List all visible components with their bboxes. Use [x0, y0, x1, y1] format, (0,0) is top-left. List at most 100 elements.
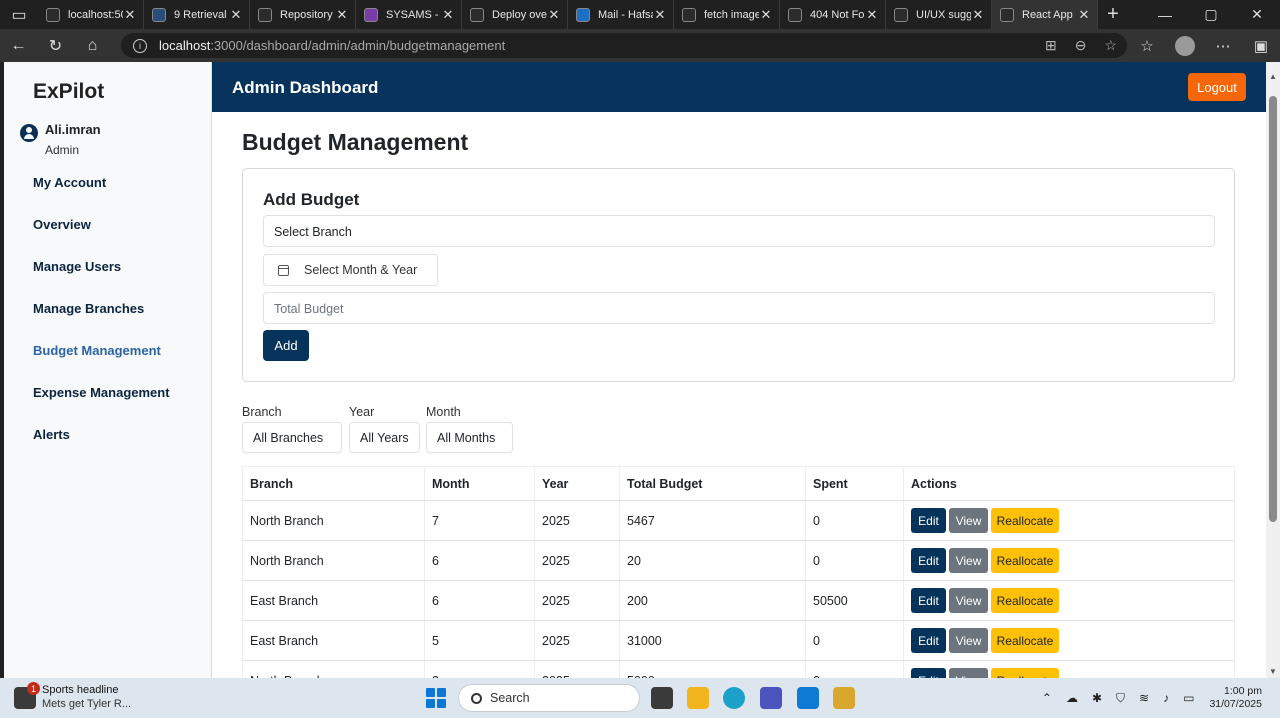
browser-tab[interactable]: 9 Retrieval A✕ [144, 0, 250, 29]
year-filter-select[interactable]: All Years [349, 422, 420, 453]
tab-close-icon[interactable]: ✕ [547, 7, 561, 23]
browser-tab[interactable]: localhost:50 ✕ [38, 0, 144, 29]
refresh-icon[interactable]: ↻ [37, 29, 74, 62]
tab-close-icon[interactable]: ✕ [229, 7, 243, 23]
tab-close-icon[interactable]: ✕ [441, 7, 455, 23]
vscode-icon[interactable] [797, 687, 819, 709]
scroll-thumb[interactable] [1269, 96, 1277, 522]
start-icon[interactable] [426, 688, 446, 708]
month-filter-select[interactable]: All Months [426, 422, 513, 453]
browser-tab[interactable]: Deploy over ✕ [462, 0, 568, 29]
profile-avatar[interactable] [1175, 35, 1195, 56]
sidebar-item[interactable]: Overview [33, 215, 170, 257]
bluetooth-icon[interactable]: ✱ [1092, 691, 1102, 705]
browser-tab[interactable]: React App ✕ [992, 0, 1098, 29]
reallocate-button[interactable]: Reallocate [991, 668, 1059, 678]
more-menu-icon[interactable]: ⋯ [1204, 37, 1242, 55]
user-info: Ali.imran Admin [20, 122, 101, 157]
browser-tab[interactable]: Repository s✕ [250, 0, 356, 29]
scroll-up-icon[interactable]: ▲ [1269, 72, 1277, 81]
page-scrollbar[interactable]: ▲ ▼ [1266, 62, 1280, 678]
brand-logo: ExPilot [33, 80, 105, 103]
sidebar-item[interactable]: Manage Users [33, 257, 170, 299]
back-icon[interactable]: ← [0, 29, 37, 62]
tab-close-icon[interactable]: ✕ [335, 7, 349, 23]
total-budget-input[interactable]: Total Budget [263, 292, 1215, 324]
cell-actions: EditViewReallocate [903, 620, 1235, 661]
tab-close-icon[interactable]: ✕ [971, 7, 985, 23]
sidebar-item[interactable]: Expense Management [33, 383, 170, 425]
wifi-icon[interactable]: ≋ [1139, 691, 1149, 705]
favorite-star-icon[interactable]: ☆ [1104, 37, 1117, 54]
month-year-picker[interactable]: Select Month & Year [263, 254, 438, 286]
edit-button[interactable]: Edit [911, 548, 946, 573]
maximize-icon[interactable]: ▢ [1188, 0, 1234, 29]
onedrive-icon[interactable]: ☁ [1066, 691, 1078, 705]
scroll-down-icon[interactable]: ▼ [1269, 667, 1277, 676]
sidebar-toggle-icon[interactable]: ▣ [1242, 37, 1280, 55]
tab-label: UI/UX sugg [916, 8, 971, 21]
edit-button[interactable]: Edit [911, 668, 946, 678]
view-button[interactable]: View [949, 548, 988, 573]
sidebar-item[interactable]: Manage Branches [33, 299, 170, 341]
reallocate-button[interactable]: Reallocate [991, 548, 1059, 573]
task-view-icon[interactable] [651, 687, 673, 709]
volume-icon[interactable]: ♪ [1163, 691, 1169, 705]
cell-branch: North Branch [242, 500, 425, 541]
browser-tab[interactable]: SYSAMS - P✕ [356, 0, 462, 29]
security-icon[interactable]: ⛉ [1116, 691, 1125, 706]
reallocate-button[interactable]: Reallocate [991, 588, 1059, 613]
browser-tab[interactable]: Mail - Hafsa ✕ [568, 0, 674, 29]
edge-icon[interactable] [723, 687, 745, 709]
tab-close-icon[interactable]: ✕ [653, 7, 667, 23]
sidebar-item[interactable]: Alerts [33, 425, 170, 467]
edit-button[interactable]: Edit [911, 628, 946, 653]
cell-actions: EditViewReallocate [903, 660, 1235, 678]
new-tab-icon[interactable]: + [1098, 3, 1128, 26]
battery-icon[interactable]: ▭ [1183, 691, 1194, 705]
snipping-tool-icon[interactable] [833, 687, 855, 709]
edit-button[interactable]: Edit [911, 508, 946, 533]
browser-tab[interactable]: 404 Not Fou ✕ [780, 0, 886, 29]
cell-branch: North Branch [242, 540, 425, 581]
tray-chevron-icon[interactable]: ⌃ [1042, 691, 1052, 705]
tab-close-icon[interactable]: ✕ [123, 7, 137, 23]
extensions-icon[interactable]: ⊖ [1075, 37, 1087, 54]
tab-close-icon[interactable]: ✕ [865, 7, 879, 23]
split-screen-icon[interactable]: ⊞ [1045, 37, 1057, 54]
browser-tab[interactable]: UI/UX sugg ✕ [886, 0, 992, 29]
add-budget-button[interactable]: Add [263, 330, 309, 361]
tab-actions-icon[interactable]: ▭ [0, 0, 38, 29]
teams-icon[interactable] [760, 687, 782, 709]
reallocate-button[interactable]: Reallocate [991, 508, 1059, 533]
sidebar-item[interactable]: My Account [33, 173, 170, 215]
close-window-icon[interactable]: ✕ [1234, 0, 1280, 29]
edit-button[interactable]: Edit [911, 588, 946, 613]
view-button[interactable]: View [949, 588, 988, 613]
home-icon[interactable]: ⌂ [74, 29, 111, 62]
site-info-icon[interactable]: i [133, 38, 147, 53]
tab-close-icon[interactable]: ✕ [1077, 7, 1091, 23]
view-button[interactable]: View [949, 668, 988, 678]
file-explorer-icon[interactable] [687, 687, 709, 709]
address-bar-row: ← ↻ ⌂ i localhost:3000/dashboard/admin/a… [0, 29, 1280, 62]
url-field[interactable]: i localhost:3000/dashboard/admin/admin/b… [121, 33, 1127, 58]
reallocate-button[interactable]: Reallocate [991, 628, 1059, 653]
table-row: East Branch 5 2025 31000 0 Edit View Reallocate [242, 620, 1235, 661]
branch-filter-select[interactable]: All Branches [242, 422, 342, 453]
view-button[interactable]: View [949, 508, 988, 533]
cell-actions: EditViewReallocate [903, 500, 1235, 541]
browser-tab[interactable]: fetch image ✕ [674, 0, 780, 29]
clock[interactable]: 1:00 pm 31/07/2025 [1209, 685, 1262, 711]
view-button[interactable]: View [949, 628, 988, 653]
tab-close-icon[interactable]: ✕ [759, 7, 773, 23]
logout-button[interactable]: Logout [1188, 73, 1246, 101]
favorites-icon[interactable]: ☆ [1128, 37, 1166, 55]
taskbar-search[interactable]: Search [458, 684, 640, 712]
branch-select[interactable]: Select Branch [263, 215, 1215, 247]
sidebar-item[interactable]: Budget Management [33, 341, 170, 383]
news-widget[interactable]: 1 Sports headline Mets get Tyler R... [14, 682, 131, 710]
minimize-icon[interactable]: — [1142, 0, 1188, 29]
github-icon [258, 7, 272, 22]
col-branch: Branch [242, 466, 425, 501]
